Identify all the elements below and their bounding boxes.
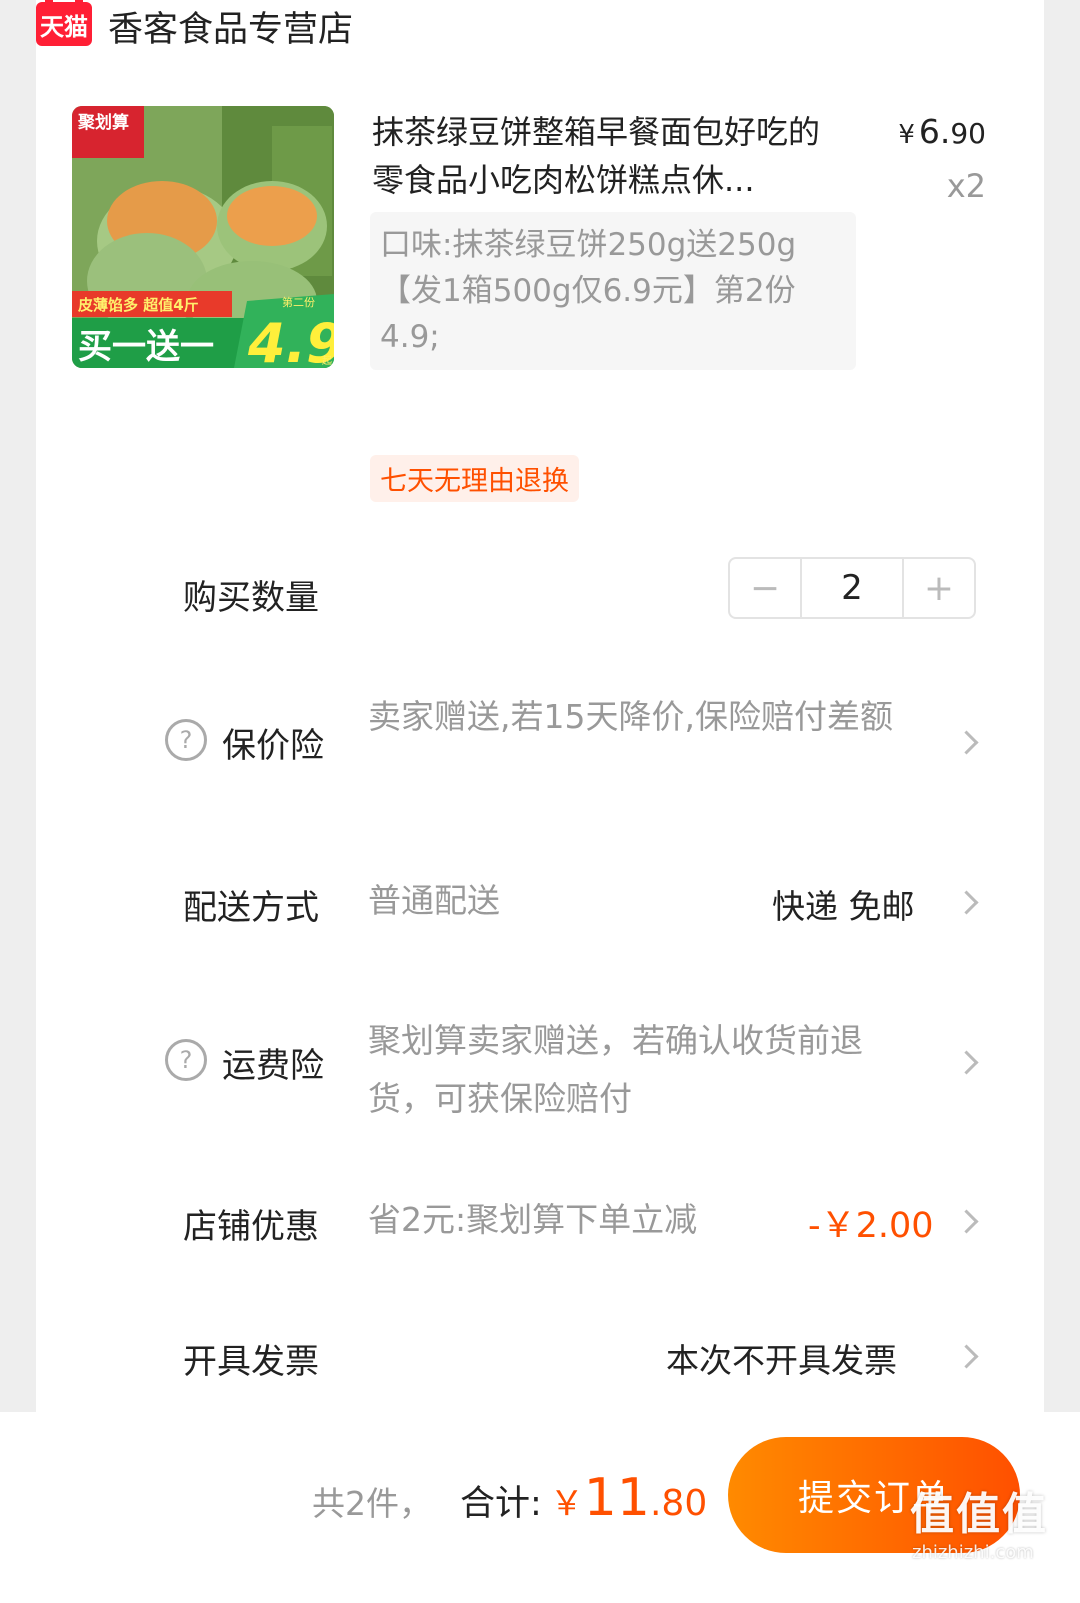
product-title[interactable]: 抹茶绿豆饼整箱早餐面包好吃的零食品小吃肉松饼糕点休... [372, 108, 842, 204]
product-price: ¥6.90 [898, 112, 986, 151]
store-discount-desc: 省2元:聚划算下单立减 [368, 1200, 698, 1239]
price-insurance-row[interactable]: ? 保价险 卖家赠送,若15天降价,保险赔付差额 [0, 690, 1080, 800]
freight-insurance-label: 运费险 [222, 1046, 324, 1086]
chevron-right-icon [954, 730, 979, 755]
decrease-button[interactable]: − [730, 559, 800, 617]
chevron-right-icon [954, 1050, 979, 1075]
product-sku[interactable]: 口味:抹茶绿豆饼250g送250g【发1箱500g仅6.9元】第2份4.9; [370, 212, 856, 370]
chevron-right-icon [954, 1209, 979, 1234]
price-insurance-label: 保价险 [222, 726, 324, 766]
watermark-url: zhizhizhi.com [912, 1542, 1034, 1563]
help-icon[interactable]: ? [165, 719, 207, 761]
chevron-right-icon [954, 890, 979, 915]
delivery-row[interactable]: 配送方式 普通配送 快递 免邮 [0, 876, 1080, 936]
invoice-row[interactable]: 开具发票 本次不开具发票 [0, 1330, 1080, 1390]
item-count: 共2件， [312, 1484, 432, 1523]
juhuasuan-badge: 聚划算 [77, 112, 129, 133]
delivery-desc: 普通配送 [368, 881, 500, 920]
product-quantity: x2 [946, 167, 986, 205]
delivery-label: 配送方式 [183, 888, 319, 928]
price-insurance-desc: 卖家赠送,若15天降价,保险赔付差额 [368, 697, 893, 736]
freight-insurance-row[interactable]: ? 运费险 聚划算卖家赠送，若确认收货前退货，可获保险赔付 [0, 1010, 1080, 1120]
product-image-art: 聚划算 皮薄馅多 超值4斤 买一送一 第二份 4.9 起 [72, 106, 334, 368]
product-image[interactable]: 聚划算 皮薄馅多 超值4斤 买一送一 第二份 4.9 起 [72, 106, 334, 368]
banner-small-text: 皮薄馅多 超值4斤 [78, 296, 199, 314]
return-policy-tag: 七天无理由退换 [370, 455, 579, 502]
watermark-logo: 值值值 [910, 1489, 1048, 1540]
store-name[interactable]: 香客食品专营店 [108, 1, 353, 52]
store-discount-row[interactable]: 店铺优惠 省2元:聚划算下单立减 -￥2.00 [0, 1195, 1080, 1255]
quantity-label: 购买数量 [183, 578, 319, 618]
quantity-stepper[interactable]: − 2 + [728, 557, 976, 619]
store-discount-value: -￥2.00 [808, 1206, 934, 1246]
help-icon[interactable]: ? [165, 1039, 207, 1081]
invoice-value: 本次不开具发票 [666, 1341, 897, 1380]
quantity-value[interactable]: 2 [800, 559, 904, 617]
promo-price-text: 4.9 [247, 312, 334, 368]
promo-label-text: 第二份 [282, 295, 315, 309]
promo-suffix-text: 起 [322, 355, 332, 367]
product-price-column: ¥6.90 x2 [898, 112, 986, 205]
order-summary: 共2件， 合计: ￥11.80 [312, 1468, 707, 1528]
invoice-label: 开具发票 [183, 1342, 319, 1382]
chevron-right-icon [954, 1344, 979, 1369]
total-price: ￥11.80 [549, 1468, 708, 1528]
banner-big-text: 买一送一 [78, 327, 214, 367]
tmall-logo-icon: 天猫 [36, 0, 92, 46]
delivery-value: 快递 免邮 [772, 887, 915, 926]
store-header[interactable]: 天猫 香客食品专营店 [36, 0, 353, 52]
increase-button[interactable]: + [904, 559, 974, 617]
store-discount-label: 店铺优惠 [183, 1207, 319, 1247]
total-label: 合计: [460, 1484, 542, 1524]
freight-insurance-desc: 聚划算卖家赠送，若确认收货前退货，可获保险赔付 [368, 1021, 863, 1118]
